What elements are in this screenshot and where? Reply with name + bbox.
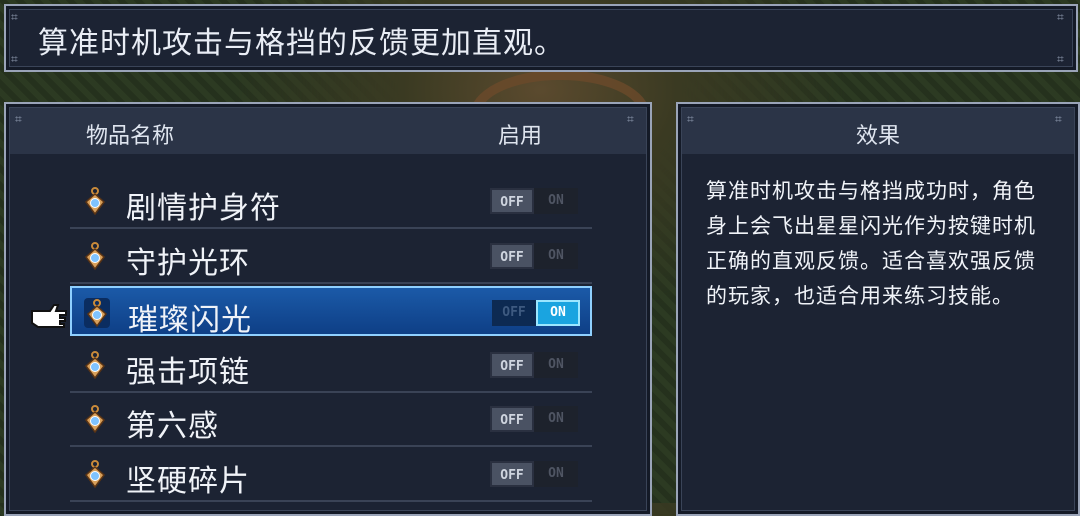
toggle-off[interactable]: OFF: [490, 188, 534, 214]
toggle-off[interactable]: OFF: [490, 406, 534, 432]
enable-toggle[interactable]: OFF ON: [490, 352, 578, 378]
effect-title: 效果: [855, 124, 900, 149]
item-name: 第六感: [126, 409, 219, 444]
amulet-icon: [84, 351, 106, 380]
effect-header: ⌗ ⌗ 效果: [682, 108, 1074, 154]
column-header-enable: 启用: [498, 124, 543, 149]
toggle-on[interactable]: ON: [534, 243, 578, 269]
enable-toggle[interactable]: OFF ON: [490, 406, 578, 432]
item-row[interactable]: 坚硬碎片 OFF ON: [70, 449, 592, 502]
enable-toggle[interactable]: OFF ON: [492, 300, 580, 326]
corner-ornament-icon: ⌗: [1057, 10, 1064, 24]
row-divider: [70, 445, 592, 447]
corner-ornament-icon: ⌗: [15, 112, 22, 126]
item-name: 坚硬碎片: [126, 464, 250, 499]
item-row[interactable]: 强击项链 OFF ON: [70, 340, 592, 393]
item-name: 守护光环: [126, 246, 250, 281]
row-divider: [70, 500, 592, 502]
item-row[interactable]: 璀璨闪光 OFF ON: [70, 286, 592, 338]
list-header: ⌗ ⌗ 物品名称 启用: [10, 108, 646, 154]
amulet-icon: [84, 405, 106, 434]
pointing-hand-cursor-icon: [31, 304, 67, 328]
corner-ornament-icon: ⌗: [11, 52, 18, 66]
item-row[interactable]: 第六感 OFF ON: [70, 394, 592, 447]
amulet-icon: [84, 187, 106, 216]
toggle-off[interactable]: OFF: [490, 352, 534, 378]
amulet-icon: [84, 298, 110, 328]
item-name: 璀璨闪光: [128, 303, 252, 338]
toggle-off[interactable]: OFF: [492, 300, 536, 326]
enable-toggle[interactable]: OFF ON: [490, 188, 578, 214]
toggle-on[interactable]: ON: [534, 406, 578, 432]
message-panel: ⌗ ⌗ ⌗ ⌗ 算准时机攻击与格挡的反馈更加直观。: [4, 4, 1078, 72]
corner-ornament-icon: ⌗: [1057, 52, 1064, 66]
item-name: 剧情护身符: [126, 191, 281, 226]
amulet-icon: [84, 242, 106, 271]
corner-ornament-icon: ⌗: [11, 10, 18, 24]
item-row[interactable]: 剧情护身符 OFF ON: [70, 176, 592, 229]
message-text: 算准时机攻击与格挡的反馈更加直观。: [38, 26, 565, 61]
row-divider: [70, 282, 592, 284]
item-name: 强击项链: [126, 355, 250, 390]
toggle-on[interactable]: ON: [536, 300, 580, 326]
toggle-on[interactable]: ON: [534, 352, 578, 378]
effect-panel: ⌗ ⌗ 效果 算准时机攻击与格挡成功时，角色身上会飞出星星闪光作为按键时机正确的…: [676, 102, 1080, 516]
row-divider: [70, 391, 592, 393]
corner-ornament-icon: ⌗: [627, 112, 634, 126]
effect-description: 算准时机攻击与格挡成功时，角色身上会飞出星星闪光作为按键时机正确的直观反馈。适合…: [706, 179, 1036, 308]
enable-toggle[interactable]: OFF ON: [490, 461, 578, 487]
toggle-on[interactable]: ON: [534, 188, 578, 214]
item-row[interactable]: 守护光环 OFF ON: [70, 231, 592, 284]
enable-toggle[interactable]: OFF ON: [490, 243, 578, 269]
toggle-off[interactable]: OFF: [490, 461, 534, 487]
toggle-on[interactable]: ON: [534, 461, 578, 487]
item-list-panel: ⌗ ⌗ 物品名称 启用 剧情护身符 OFF ON 守护光环 OFF ON 璀璨闪…: [4, 102, 652, 516]
amulet-icon: [84, 460, 106, 489]
row-divider: [70, 227, 592, 229]
column-header-name: 物品名称: [86, 124, 175, 149]
toggle-off[interactable]: OFF: [490, 243, 534, 269]
